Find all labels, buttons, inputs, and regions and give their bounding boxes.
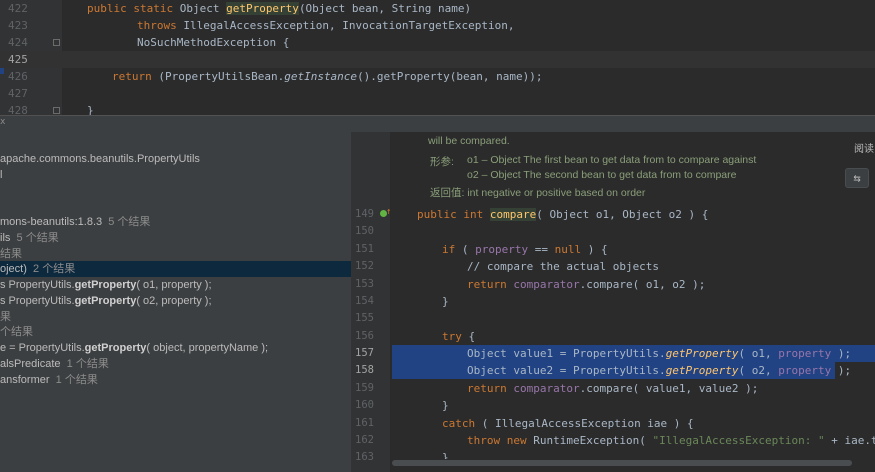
fold-icon[interactable] [53,39,60,46]
line-number: 156 [355,330,374,342]
code-line-154[interactable]: 154 } [351,293,875,310]
doc-description: will be compared. [428,135,510,147]
code-line-158-selected[interactable]: 158 Object value2 = PropertyUtils.getPro… [351,362,875,379]
find-usages-tree[interactable]: apache.commons.beanutils.PropertyUtils l… [0,132,351,472]
line-number: 161 [355,417,374,429]
tree-node-class-utils[interactable]: ils 5 个结果 [0,230,351,246]
reader-mode-label[interactable]: 阅读 [854,140,874,155]
doc-param-o2: o2 – Object The second bean to get data … [467,169,737,181]
line-number: 162 [355,434,374,446]
line-number: 157 [355,347,374,359]
code-text[interactable]: if ( property == null ) { [442,241,608,258]
fold-icon[interactable] [53,107,60,114]
line-number: 423 [8,19,28,32]
tree-node-class[interactable]: apache.commons.beanutils.PropertyUtils [0,151,351,167]
code-line-162[interactable]: 162 throw new RuntimeException( "Illegal… [351,432,875,449]
tree-node-class[interactable]: alsPredicate 1 个结果 [0,356,351,372]
code-line-427[interactable]: 427 [0,85,875,102]
line-number: 427 [8,87,28,100]
preview-code-editor[interactable]: will be compared. 形参: o1 – Object The fi… [351,132,875,472]
code-line-424[interactable]: 424 NoSuchMethodException { [0,34,875,51]
tree-node[interactable]: l [0,167,351,183]
tree-node-library[interactable]: mons-beanutils:1.8.3 5 个结果 [0,214,351,230]
code-text[interactable]: return (PropertyUtilsBean.getInstance().… [112,68,543,85]
code-line-422[interactable]: 422 public static Object getProperty(Obj… [0,0,875,17]
code-line-426[interactable]: 426 return (PropertyUtilsBean.getInstanc… [0,68,875,85]
tree-node-selected[interactable]: oject) 2 个结果 [0,261,351,277]
code-text[interactable]: catch ( IllegalAccessException iae ) { [442,415,694,432]
doc-returns: 返回值: int negative or positive based on o… [430,187,646,199]
close-icon[interactable]: x [0,117,5,127]
line-number: 425 [8,53,28,66]
code-text[interactable]: try { [442,328,475,345]
top-code-editor[interactable]: 422 public static Object getProperty(Obj… [0,0,875,115]
line-number: 150 [355,225,374,237]
tree-node[interactable]: 结果 [0,246,351,262]
tree-node[interactable]: 个结果 [0,324,351,340]
scrollbar-thumb[interactable] [392,460,852,466]
line-number: 152 [355,260,374,272]
code-text[interactable]: public int compare( Object o1, Object o2… [417,206,708,223]
code-text[interactable]: public static Object getProperty(Object … [87,0,471,17]
code-text[interactable]: return comparator.compare( value1, value… [467,380,758,397]
line-number: 154 [355,295,374,307]
reader-mode-icon[interactable]: ⇆ [845,168,869,188]
code-line-160[interactable]: 160 } [351,397,875,414]
line-number: 160 [355,399,374,411]
line-number: 159 [355,382,374,394]
line-number: 158 [355,364,374,376]
line-number: 149 [355,208,374,220]
doc-param-o1: o1 – Object The first bean to get data f… [467,154,757,166]
code-line-161[interactable]: 161 catch ( IllegalAccessException iae )… [351,415,875,432]
tree-usage-line[interactable]: s PropertyUtils.getProperty( o1, propert… [0,277,351,293]
code-line-159[interactable]: 159 return comparator.compare( value1, v… [351,380,875,397]
code-text[interactable]: } [87,102,94,115]
line-number: 428 [8,104,28,115]
code-line-151[interactable]: 151 if ( property == null ) { [351,241,875,258]
method-name-highlight: compare [489,208,537,221]
code-text[interactable]: } [442,397,449,414]
tree-usage-line[interactable]: s PropertyUtils.getProperty( o2, propert… [0,293,351,309]
doc-params-label: 形参: [430,156,454,168]
line-number: 163 [355,451,374,463]
code-text[interactable]: return comparator.compare( o1, o2 ); [467,276,705,293]
code-text[interactable]: throws IllegalAccessException, Invocatio… [137,17,515,34]
code-line-152[interactable]: 152 // compare the actual objects [351,258,875,275]
code-line-423[interactable]: 423 throws IllegalAccessException, Invoc… [0,17,875,34]
line-number: 426 [8,70,28,83]
horizontal-scrollbar[interactable] [392,459,875,467]
code-text[interactable]: Object value2 = PropertyUtils.getPropert… [467,362,851,379]
line-number: 424 [8,36,28,49]
code-line-150[interactable]: 150 [351,223,875,240]
code-line-149[interactable]: 149 public int compare( Object o1, Objec… [351,206,875,223]
line-number: 153 [355,278,374,290]
tree-node[interactable]: 果 [0,309,351,325]
code-text[interactable]: Object value1 = PropertyUtils.getPropert… [467,345,851,362]
code-line-156[interactable]: 156 try { [351,328,875,345]
panel-header-bar[interactable]: x [0,115,875,132]
line-number: 422 [8,2,28,15]
tree-node-class[interactable]: ansformer 1 个结果 [0,372,351,388]
code-line-153[interactable]: 153 return comparator.compare( o1, o2 ); [351,276,875,293]
code-line-428[interactable]: 428 } [0,102,875,115]
code-text[interactable]: throw new RuntimeException( "IllegalAcce… [467,432,875,449]
tree-usage-line[interactable]: e = PropertyUtils.getProperty( object, p… [0,340,351,356]
code-line-155[interactable]: 155 [351,310,875,327]
line-number: 155 [355,312,374,324]
code-text[interactable]: NoSuchMethodException { [137,34,289,51]
code-line-157-selected[interactable]: 157 Object value1 = PropertyUtils.getPro… [351,345,875,362]
line-number: 151 [355,243,374,255]
method-name-highlight: getProperty [226,2,299,15]
code-line-425[interactable]: 425 [0,51,875,68]
code-text[interactable]: } [442,293,449,310]
code-comment[interactable]: // compare the actual objects [467,258,659,275]
rendered-javadoc: will be compared. 形参: o1 – Object The fi… [392,132,847,204]
